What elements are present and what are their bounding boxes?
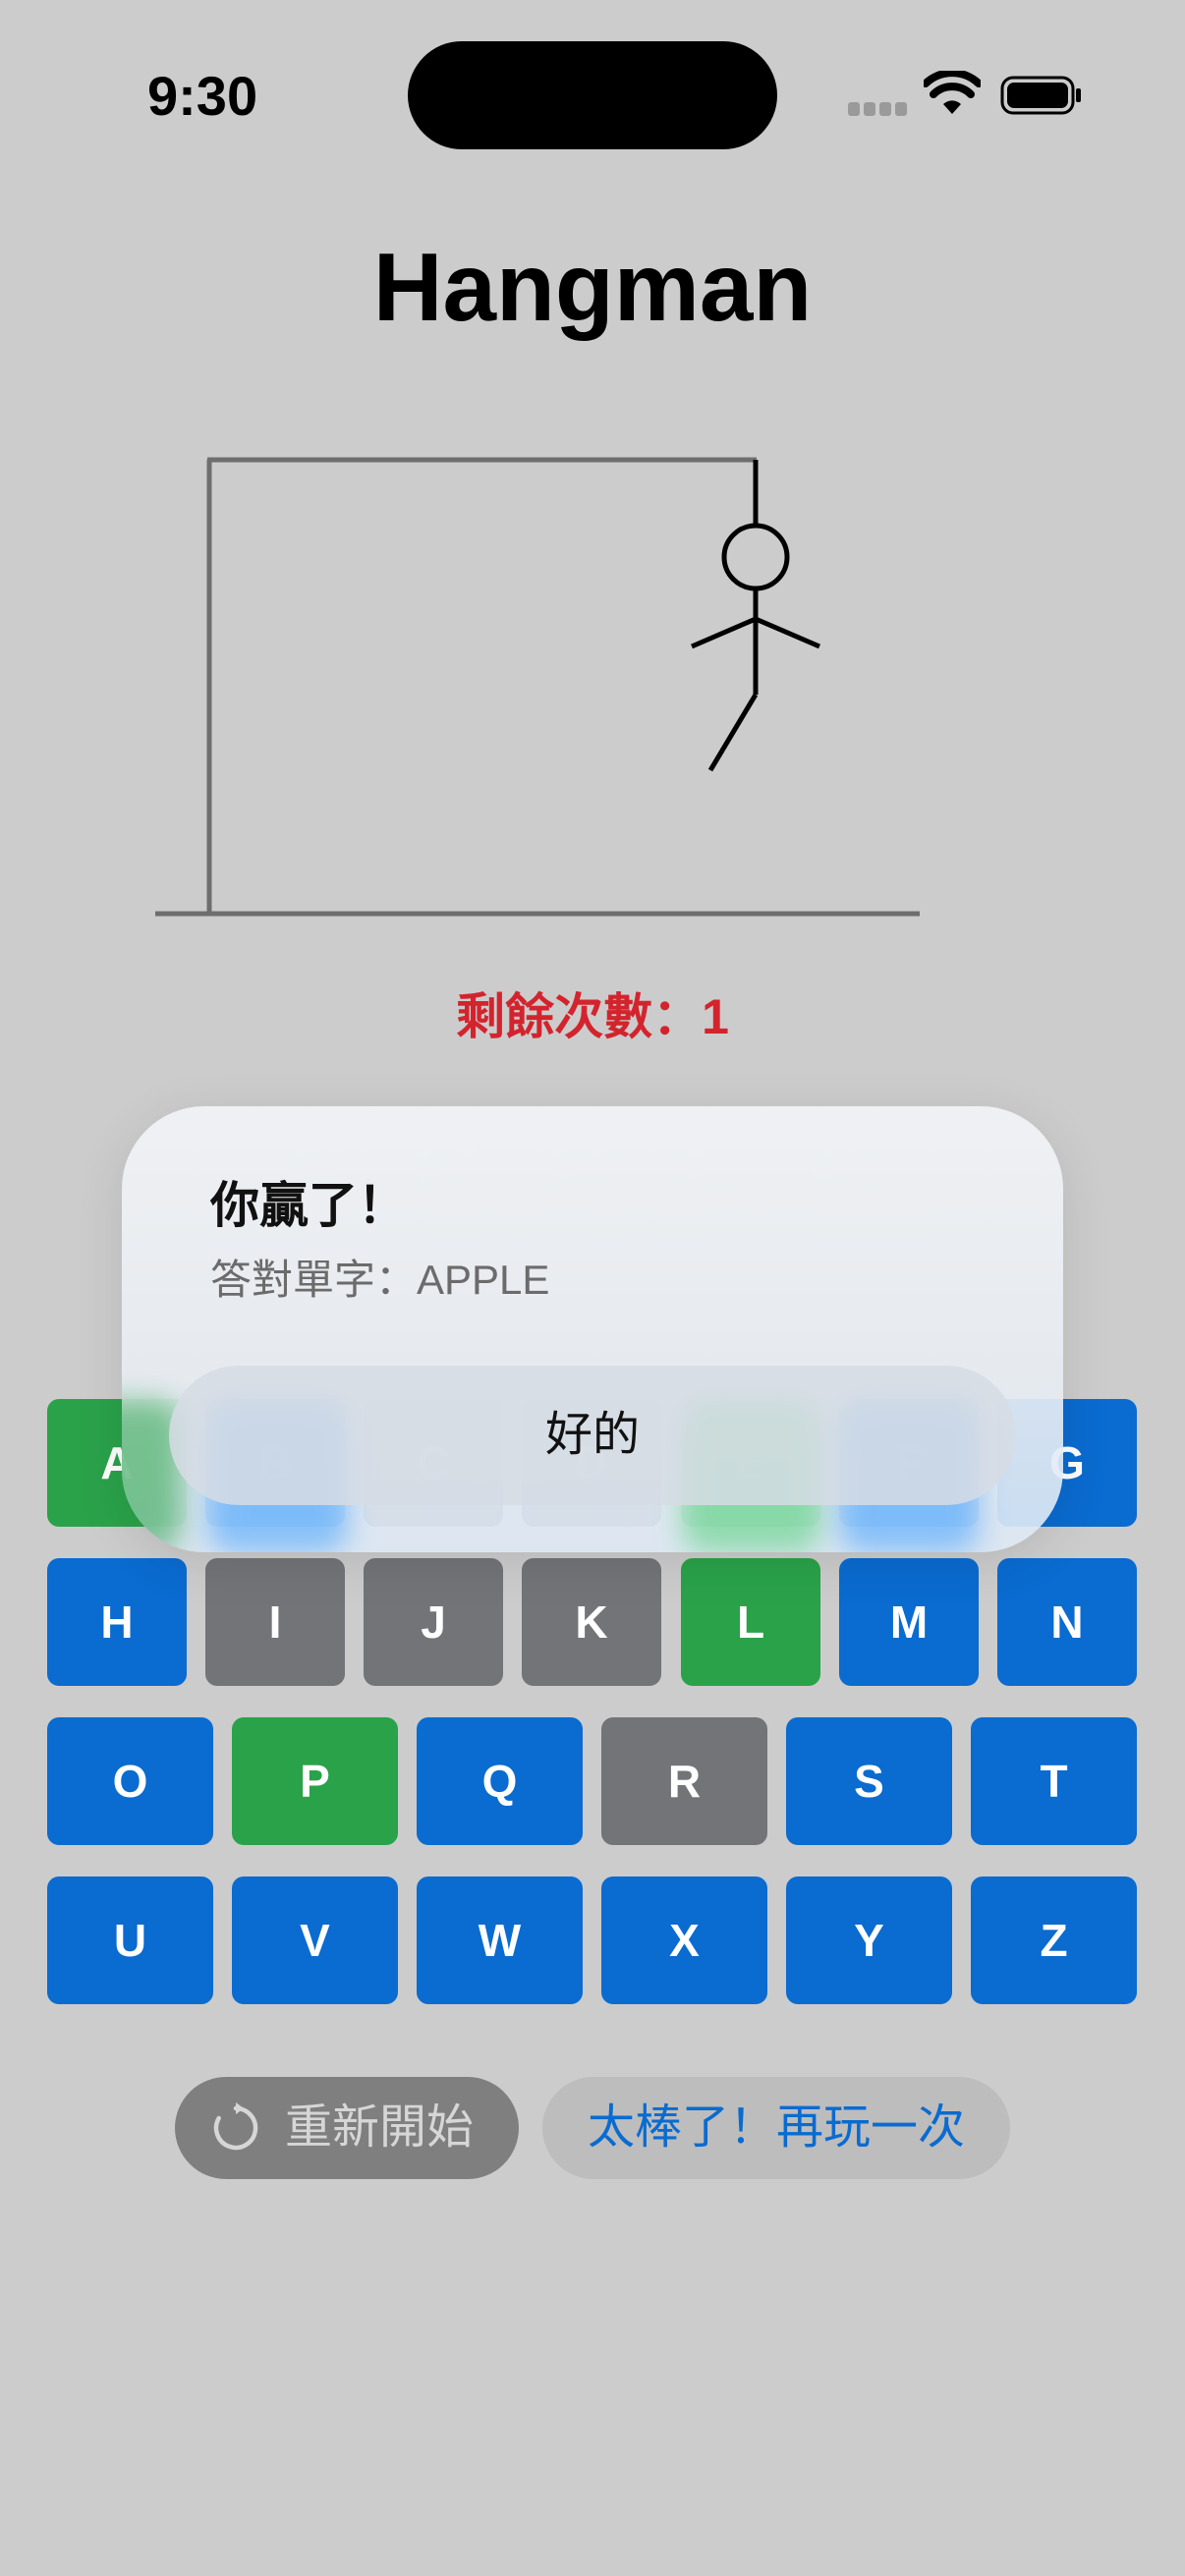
hangman-drawing [155,457,920,917]
key-l[interactable]: L [681,1558,820,1686]
alert-title: 你贏了！ [210,1178,407,1233]
key-y[interactable]: Y [786,1876,952,2004]
restart-label: 重新開始 [285,2101,475,2154]
restart-button[interactable]: 重新開始 [175,2077,519,2179]
key-h[interactable]: H [47,1558,187,1686]
dynamic-island [408,41,777,149]
key-u[interactable]: U [47,1876,213,2004]
key-k[interactable]: K [522,1558,661,1686]
key-m[interactable]: M [839,1558,979,1686]
key-v[interactable]: V [232,1876,398,2004]
key-p[interactable]: P [232,1717,398,1845]
battery-icon [1000,76,1081,115]
cellular-signal-icon [848,102,909,116]
remaining-attempts: 剩餘次數：1 [456,989,729,1044]
key-n[interactable]: N [997,1558,1137,1686]
play-again-button[interactable]: 太棒了！再玩一次 [542,2077,1010,2179]
key-o[interactable]: O [47,1717,213,1845]
hangman-right-arm [755,616,820,649]
key-s[interactable]: S [786,1717,952,1845]
key-w[interactable]: W [417,1876,583,2004]
restart-icon [213,2102,258,2151]
hangman-left-leg [707,693,759,772]
alert-ok-button[interactable]: 好的 [169,1366,1016,1505]
gallows [155,457,920,917]
hangman-left-arm [691,616,757,649]
key-i[interactable]: I [205,1558,345,1686]
key-x[interactable]: X [601,1876,767,2004]
key-z[interactable]: Z [971,1876,1137,2004]
hangman-head [721,523,790,591]
key-r[interactable]: R [601,1717,767,1845]
alert-message: 答對單字：APPLE [210,1257,550,1303]
status-time: 9:30 [147,65,258,127]
wifi-icon [924,71,981,114]
key-j[interactable]: J [364,1558,503,1686]
key-t[interactable]: T [971,1717,1137,1845]
win-alert-dialog: 你贏了！ 答對單字：APPLE 好的 [122,1106,1063,1552]
page-title: Hangman [372,233,813,341]
key-q[interactable]: Q [417,1717,583,1845]
